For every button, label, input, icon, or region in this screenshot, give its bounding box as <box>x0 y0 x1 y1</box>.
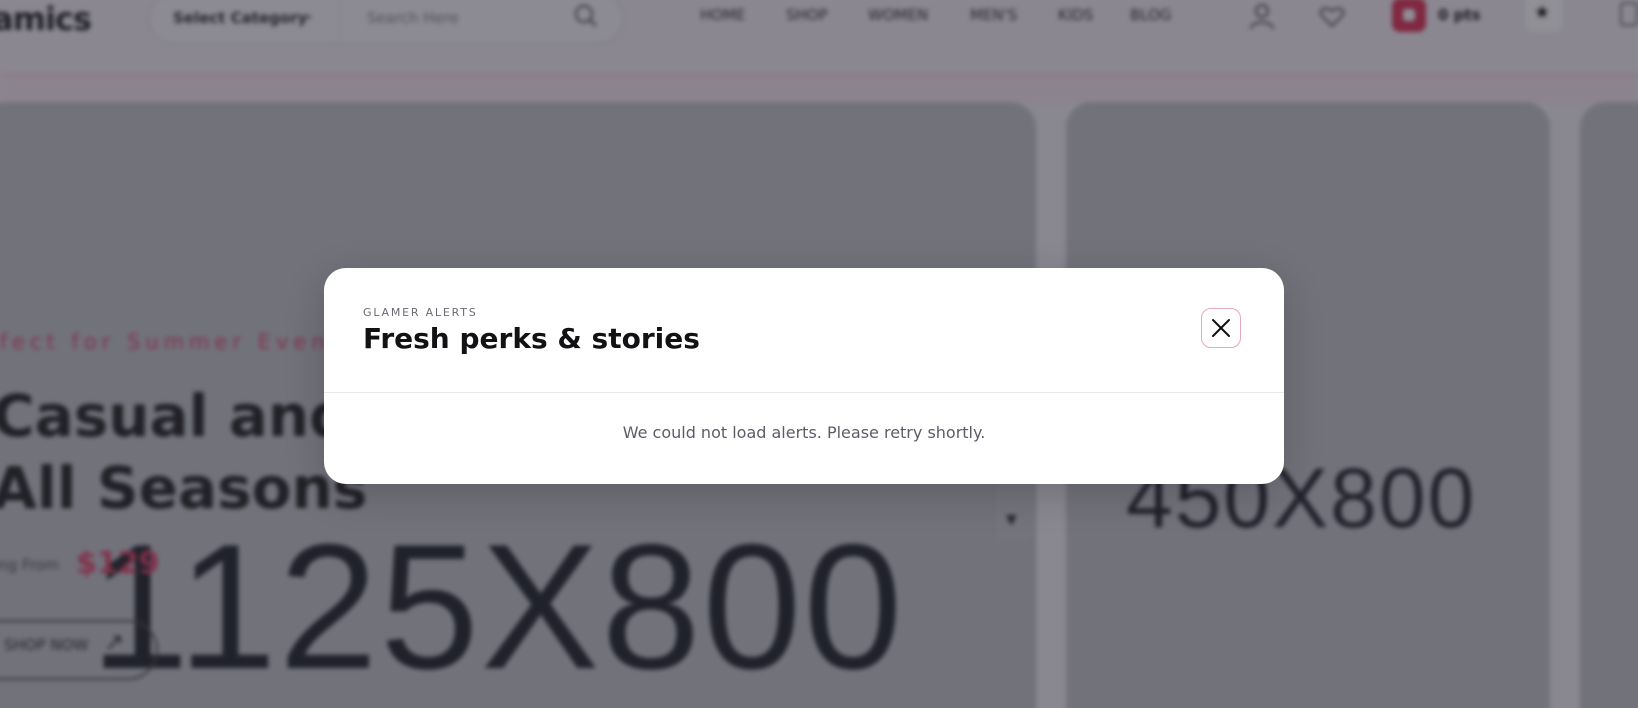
modal-title: Fresh perks & stories <box>363 322 700 355</box>
modal-eyebrow: GLAMER ALERTS <box>363 306 478 319</box>
error-message: We could not load alerts. Please retry s… <box>622 423 986 442</box>
modal-header: GLAMER ALERTS Fresh perks & stories <box>324 268 1284 393</box>
close-button[interactable] <box>1201 308 1241 348</box>
app-root: amics Select Category ⌄ Search Here HOME… <box>0 0 1638 708</box>
close-icon[interactable] <box>1211 318 1231 338</box>
modal-body: We could not load alerts. Please retry s… <box>324 393 1284 484</box>
alerts-modal: GLAMER ALERTS Fresh perks & stories We c… <box>324 268 1284 484</box>
